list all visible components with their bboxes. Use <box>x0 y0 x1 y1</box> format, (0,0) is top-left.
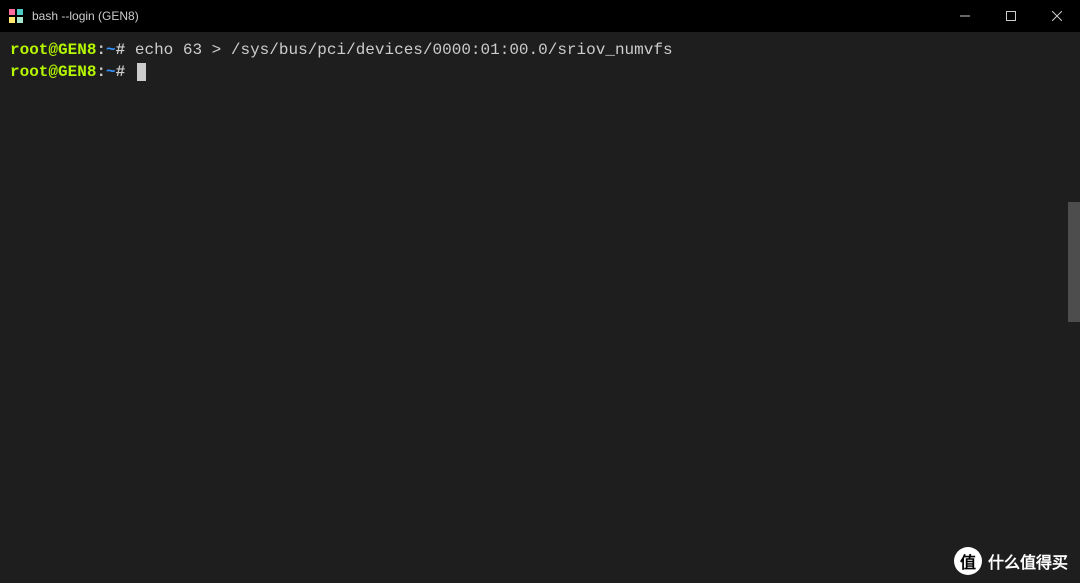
cursor <box>137 63 146 81</box>
window-controls <box>942 0 1080 32</box>
titlebar[interactable]: bash --login (GEN8) <box>0 0 1080 32</box>
close-button[interactable] <box>1034 0 1080 32</box>
scrollbar-track[interactable] <box>1066 32 1080 583</box>
command-text: echo 63 > /sys/bus/pci/devices/0000:01:0… <box>135 41 673 59</box>
minimize-button[interactable] <box>942 0 988 32</box>
watermark-text: 什么值得买 <box>988 549 1068 573</box>
window-title: bash --login (GEN8) <box>32 9 942 23</box>
app-icon <box>8 8 24 24</box>
watermark: 值 什么值得买 <box>954 547 1068 575</box>
prompt-symbol: # <box>116 63 126 81</box>
prompt-separator: : <box>96 63 106 81</box>
terminal-line: root@GEN8:~# <box>10 62 1070 84</box>
prompt-symbol: # <box>116 41 126 59</box>
prompt-user: root@GEN8 <box>10 63 96 81</box>
maximize-button[interactable] <box>988 0 1034 32</box>
prompt-separator: : <box>96 41 106 59</box>
prompt-user: root@GEN8 <box>10 41 96 59</box>
scrollbar-thumb[interactable] <box>1068 202 1080 322</box>
prompt-path: ~ <box>106 41 116 59</box>
terminal-body[interactable]: root@GEN8:~# echo 63 > /sys/bus/pci/devi… <box>0 32 1080 583</box>
terminal-line: root@GEN8:~# echo 63 > /sys/bus/pci/devi… <box>10 40 1070 62</box>
prompt-path: ~ <box>106 63 116 81</box>
terminal-window: bash --login (GEN8) root@GEN8:~# echo 63… <box>0 0 1080 583</box>
watermark-badge-icon: 值 <box>954 547 982 575</box>
